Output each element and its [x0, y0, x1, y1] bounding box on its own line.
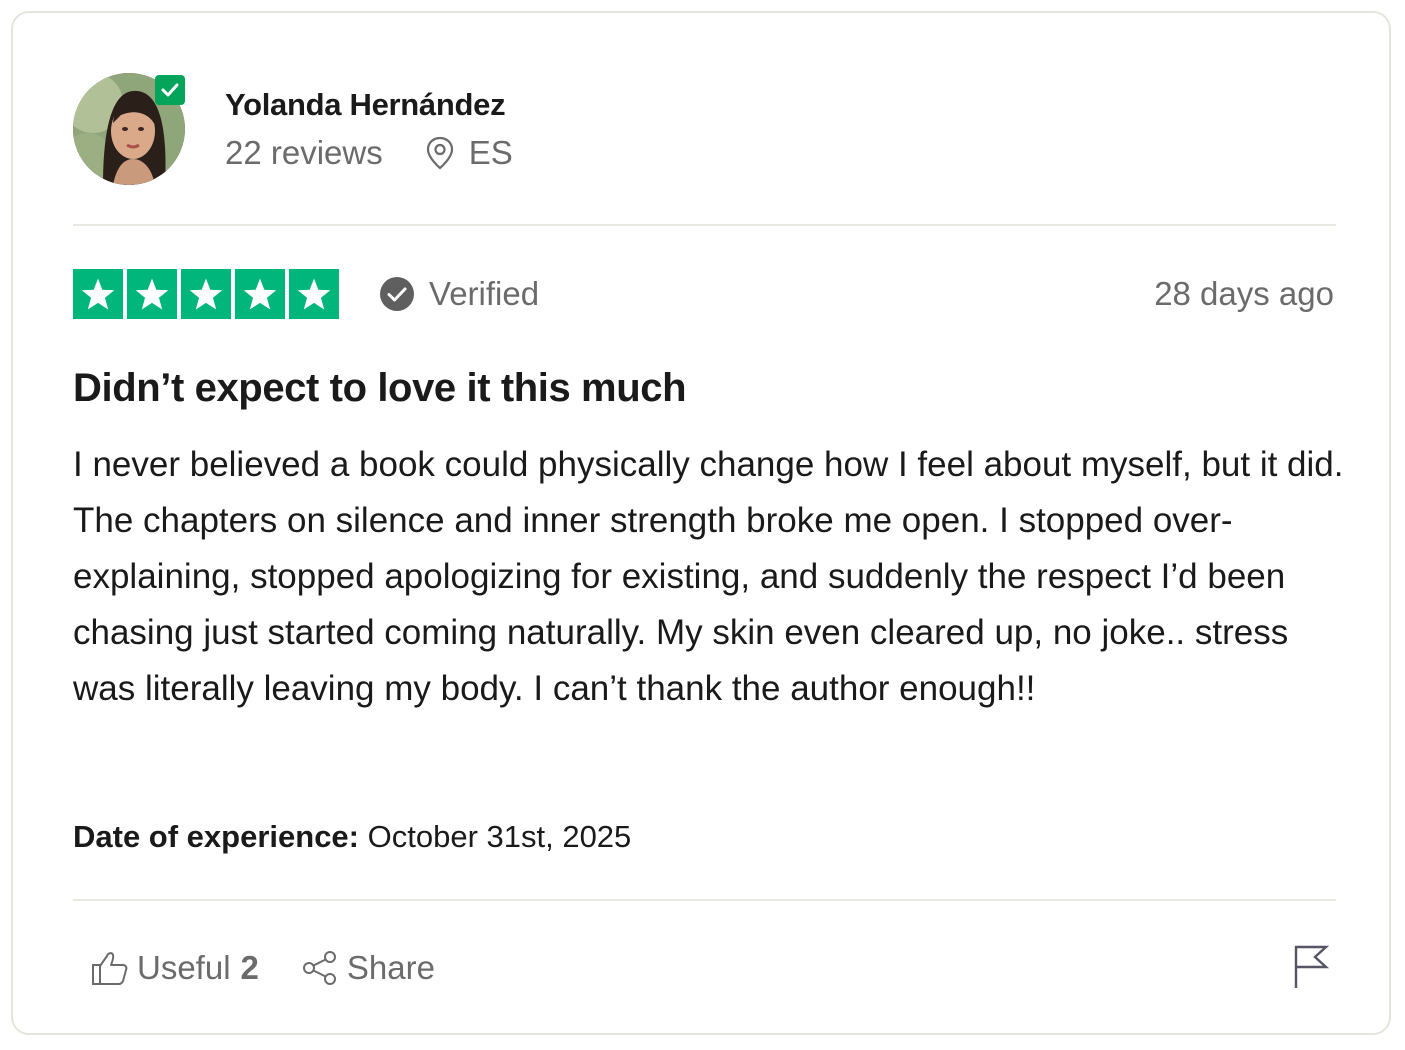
star-icon: [289, 269, 339, 319]
share-button[interactable]: Share: [301, 949, 435, 987]
review-count: 22 reviews: [225, 134, 383, 171]
reviewer-info: Yolanda Hernández 22 reviews ES: [225, 85, 513, 173]
rating-row: Verified 28 days ago: [73, 269, 1336, 319]
review-card: Yolanda Hernández 22 reviews ES Verified…: [11, 11, 1391, 1035]
avatar-container[interactable]: [73, 73, 185, 185]
star-rating: [73, 269, 339, 319]
reviewer-name[interactable]: Yolanda Hernández: [225, 85, 513, 125]
check-icon: [161, 83, 179, 97]
verified-indicator[interactable]: Verified: [379, 275, 539, 313]
experience-date: October 31st, 2025: [367, 819, 632, 854]
reviewer-header: Yolanda Hernández 22 reviews ES: [73, 73, 513, 185]
experience-label: Date of experience:: [73, 819, 359, 854]
review-actions: Useful 2 Share: [91, 943, 435, 993]
verified-profile-badge: [155, 75, 185, 105]
review-date: 28 days ago: [1154, 275, 1334, 312]
reviewer-meta: 22 reviews ES: [225, 133, 513, 173]
star-icon: [127, 269, 177, 319]
useful-count: 2: [240, 949, 259, 986]
date-of-experience: Date of experience: October 31st, 2025: [73, 817, 631, 857]
report-button[interactable]: [1291, 943, 1331, 991]
location-pin-icon: [425, 136, 455, 170]
useful-button[interactable]: Useful 2: [91, 949, 259, 987]
thumbs-up-icon: [91, 950, 129, 986]
useful-label: Useful: [137, 949, 231, 986]
review-title[interactable]: Didn’t expect to love it this much: [73, 363, 687, 413]
share-icon: [301, 950, 339, 986]
star-icon: [73, 269, 123, 319]
divider: [73, 224, 1336, 226]
share-label: Share: [346, 949, 435, 986]
star-icon: [235, 269, 285, 319]
star-icon: [181, 269, 231, 319]
verified-label: Verified: [429, 275, 540, 312]
review-body: I never believed a book could physically…: [73, 445, 1344, 708]
reviewer-country: ES: [468, 134, 513, 171]
check-circle-icon: [379, 276, 415, 312]
flag-icon: [1293, 945, 1329, 989]
divider: [73, 899, 1336, 901]
